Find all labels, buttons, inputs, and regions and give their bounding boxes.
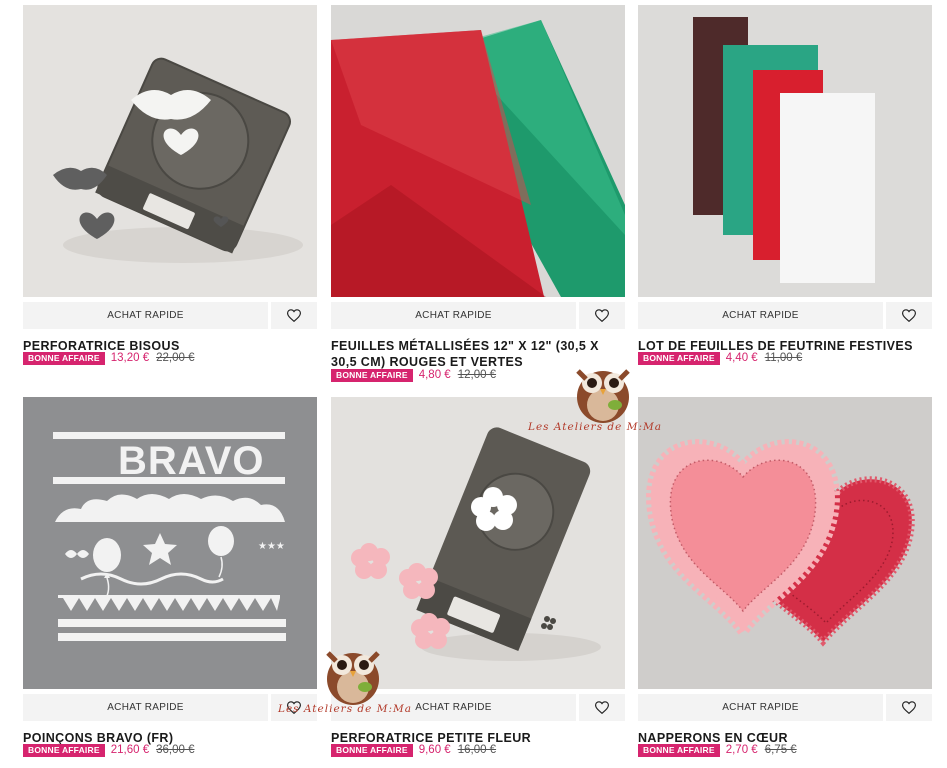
sale-price: 21,60 € (110, 744, 150, 756)
watermark-text: Les Ateliers de M:Ma (528, 421, 662, 433)
owl-icon (326, 651, 380, 705)
sale-price: 4,40 € (725, 352, 758, 364)
deal-badge: BONNE AFFAIRE (23, 351, 105, 365)
heart-outline-icon (902, 309, 916, 322)
wishlist-button[interactable] (886, 302, 932, 329)
original-price: 36,00 € (156, 744, 195, 756)
owl-watermark: Les Ateliers de M:Ma (528, 355, 688, 440)
product-image[interactable] (638, 5, 932, 297)
quick-buy-button[interactable]: ACHAT RAPIDE (23, 302, 268, 329)
heart-outline-icon (595, 309, 609, 322)
price-row: BONNE AFFAIRE 4,80 € 12,00 € (331, 368, 496, 382)
deal-badge: BONNE AFFAIRE (23, 743, 105, 757)
heart-outline-icon (902, 701, 916, 714)
price-row: BONNE AFFAIRE 21,60 € 36,00 € (23, 743, 194, 757)
product-grid: ACHAT RAPIDE PERFORATRICE BISOUS BONNE A… (0, 0, 947, 768)
product-image[interactable] (331, 5, 625, 297)
price-row: BONNE AFFAIRE 13,20 € 22,00 € (23, 351, 194, 365)
deal-badge: BONNE AFFAIRE (638, 743, 720, 757)
sale-price: 2,70 € (725, 744, 758, 756)
wishlist-button[interactable] (579, 694, 625, 721)
quick-buy-button[interactable]: ACHAT RAPIDE (638, 302, 883, 329)
sale-price: 9,60 € (418, 744, 451, 756)
wishlist-button[interactable] (579, 302, 625, 329)
product-image[interactable] (638, 397, 932, 689)
quick-buy-button[interactable]: ACHAT RAPIDE (23, 694, 268, 721)
product-image[interactable]: BRAVO ★★★ (23, 397, 317, 689)
sale-price: 4,80 € (418, 369, 451, 381)
deal-badge: BONNE AFFAIRE (331, 743, 413, 757)
original-price: 6,75 € (764, 744, 797, 756)
sale-price: 13,20 € (110, 352, 150, 364)
original-price: 22,00 € (156, 352, 195, 364)
owl-icon (576, 369, 630, 423)
quick-buy-button[interactable]: ACHAT RAPIDE (331, 302, 576, 329)
heart-outline-icon (595, 701, 609, 714)
original-price: 11,00 € (764, 352, 803, 364)
price-row: BONNE AFFAIRE 2,70 € 6,75 € (638, 743, 797, 757)
svg-text:BRAVO: BRAVO (118, 439, 264, 483)
product-image[interactable] (23, 5, 317, 297)
quick-buy-button[interactable]: ACHAT RAPIDE (638, 694, 883, 721)
wishlist-button[interactable] (271, 302, 317, 329)
heart-outline-icon (287, 309, 301, 322)
deal-badge: BONNE AFFAIRE (331, 368, 413, 382)
wishlist-button[interactable] (886, 694, 932, 721)
price-row: BONNE AFFAIRE 9,60 € 16,00 € (331, 743, 496, 757)
watermark-text: Les Ateliers de M:Ma (278, 703, 412, 715)
original-price: 12,00 € (457, 369, 497, 381)
owl-watermark: Les Ateliers de M:Ma (278, 637, 438, 722)
svg-text:★★★: ★★★ (258, 541, 285, 552)
original-price: 16,00 € (457, 744, 497, 756)
